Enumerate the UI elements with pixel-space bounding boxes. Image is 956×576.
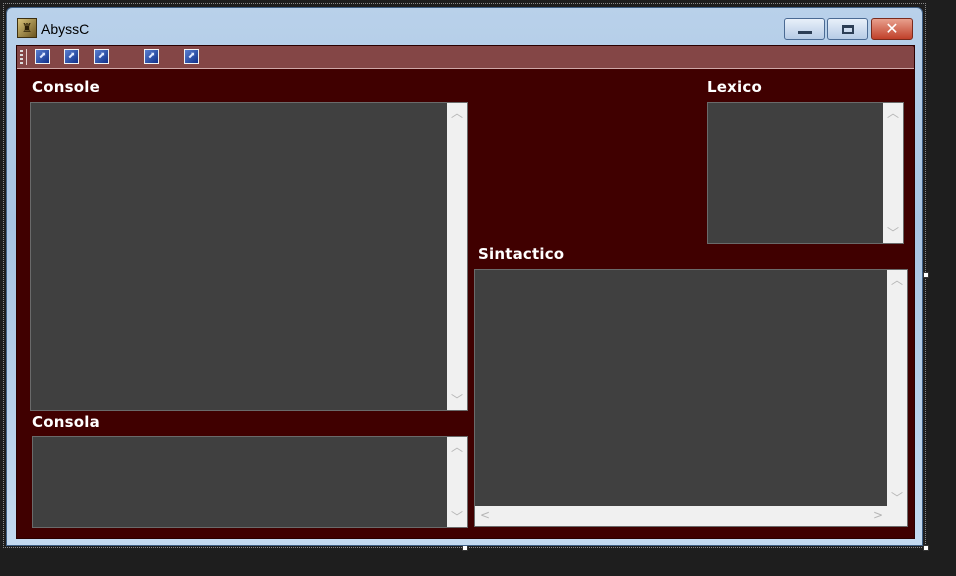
sintactico-horizontal-scrollbar[interactable]: < > <box>475 506 889 526</box>
toolstrip-button-1[interactable]: ⬈ <box>35 49 50 64</box>
console-textbox[interactable]: ︿ ﹀ <box>30 102 468 411</box>
close-icon: ✕ <box>885 19 899 38</box>
client-area: ⬈ ⬈ ⬈ ⬈ ⬈ Console ︿ ﹀ Consola ︿ ﹀ Lexico <box>16 45 915 539</box>
scroll-down-icon[interactable]: ﹀ <box>451 511 463 523</box>
lexico-textbox[interactable]: ︿ ﹀ <box>707 102 904 244</box>
lexico-vertical-scrollbar[interactable]: ︿ ﹀ <box>883 103 903 243</box>
scroll-up-icon[interactable]: ︿ <box>451 441 463 453</box>
maximize-button[interactable] <box>827 18 868 40</box>
image-icon: ⬈ <box>187 51 196 61</box>
scroll-down-icon[interactable]: ﹀ <box>887 227 899 239</box>
scroll-up-icon[interactable]: ︿ <box>451 107 463 119</box>
scroll-right-icon[interactable]: > <box>873 509 883 521</box>
toolstrip-button-4[interactable]: ⬈ <box>144 49 159 64</box>
consola-vertical-scrollbar[interactable]: ︿ ﹀ <box>447 437 467 527</box>
sintactico-vertical-scrollbar[interactable]: ︿ ﹀ <box>887 270 907 508</box>
app-window: ♜ AbyssC ✕ ⬈ ⬈ ⬈ ⬈ ⬈ Console ︿ ﹀ Consola… <box>6 7 923 546</box>
title-bar[interactable]: ♜ AbyssC ✕ <box>7 8 922 44</box>
toolstrip-button-2[interactable]: ⬈ <box>64 49 79 64</box>
toolstrip: ⬈ ⬈ ⬈ ⬈ ⬈ <box>17 46 914 69</box>
consola-textbox[interactable]: ︿ ﹀ <box>32 436 468 528</box>
lexico-label: Lexico <box>707 78 762 96</box>
toolstrip-separator <box>26 49 27 65</box>
scrollbar-corner <box>887 506 907 526</box>
image-icon: ⬈ <box>67 51 76 61</box>
window-title: AbyssC <box>41 21 90 37</box>
console-label: Console <box>32 78 100 96</box>
minimize-button[interactable] <box>784 18 825 40</box>
consola-label: Consola <box>32 413 100 431</box>
app-logo-icon: ♜ <box>17 18 37 38</box>
toolstrip-grip[interactable] <box>20 50 23 64</box>
maximize-icon <box>841 24 854 34</box>
scroll-up-icon[interactable]: ︿ <box>891 274 903 286</box>
scroll-down-icon[interactable]: ﹀ <box>451 394 463 406</box>
scroll-up-icon[interactable]: ︿ <box>887 107 899 119</box>
toolstrip-button-5[interactable]: ⬈ <box>184 49 199 64</box>
sintactico-label: Sintactico <box>478 245 565 263</box>
resize-handle-corner[interactable] <box>923 545 929 551</box>
resize-handle-right[interactable] <box>923 272 929 278</box>
image-icon: ⬈ <box>38 51 47 61</box>
scroll-down-icon[interactable]: ﹀ <box>891 492 903 504</box>
close-button[interactable]: ✕ <box>871 18 913 40</box>
toolstrip-button-3[interactable]: ⬈ <box>94 49 109 64</box>
scroll-left-icon[interactable]: < <box>480 509 490 521</box>
sintactico-textbox[interactable]: ︿ ﹀ < > <box>474 269 908 527</box>
image-icon: ⬈ <box>147 51 156 61</box>
image-icon: ⬈ <box>97 51 106 61</box>
console-vertical-scrollbar[interactable]: ︿ ﹀ <box>447 103 467 410</box>
minimize-icon <box>797 30 812 34</box>
